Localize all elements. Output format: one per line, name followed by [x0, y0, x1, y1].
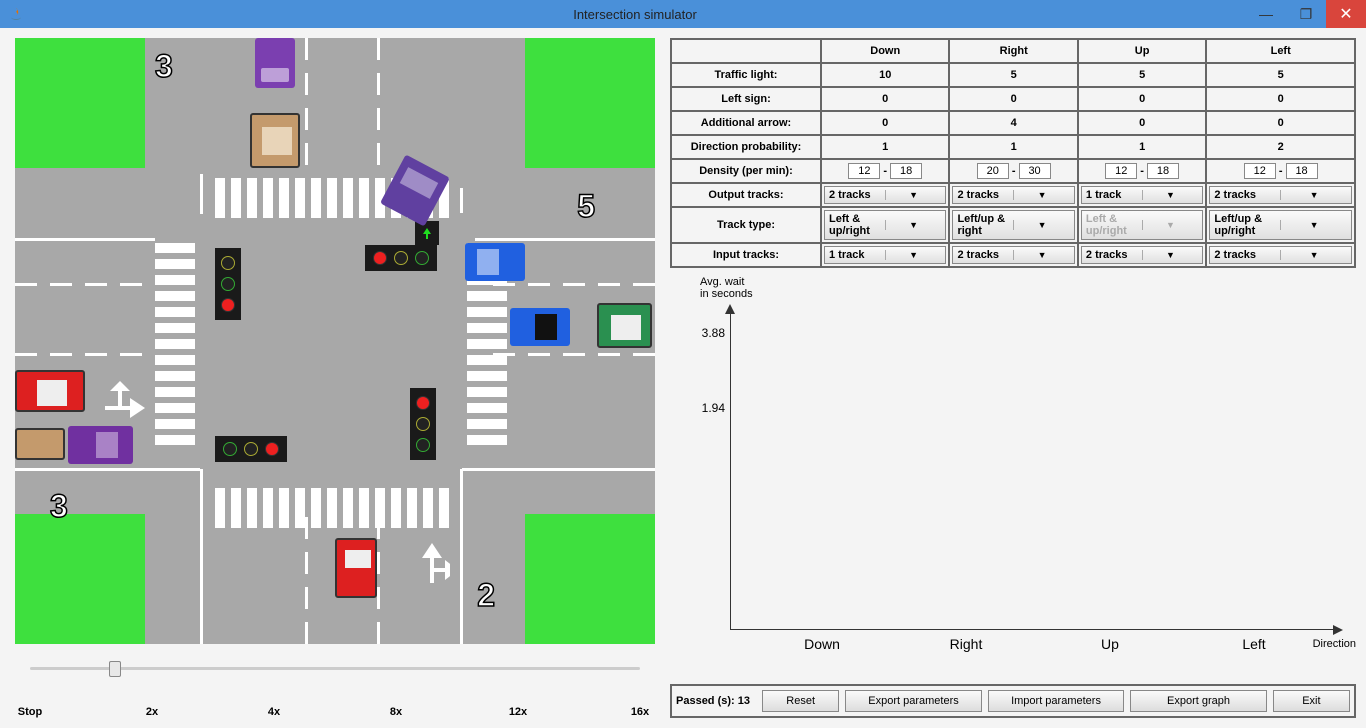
- parameters-panel: Down Right Up Left Traffic light: 10 5 5…: [670, 38, 1356, 718]
- row-additional-arrow: Additional arrow: 0 4 0 0: [671, 111, 1355, 135]
- density-left-max[interactable]: [1286, 163, 1318, 179]
- density-down-min[interactable]: [848, 163, 880, 179]
- track-type-up: Left & up/right▼: [1081, 210, 1203, 240]
- car: [15, 370, 85, 412]
- traffic-light-se: [410, 388, 436, 460]
- count-nw: 3: [155, 48, 173, 85]
- minimize-button[interactable]: —: [1246, 0, 1286, 28]
- track-type-left[interactable]: Left/up & up/right▼: [1209, 210, 1352, 240]
- intersection-canvas: 3 5 3 2: [15, 38, 655, 644]
- density-right-max[interactable]: [1019, 163, 1051, 179]
- close-button[interactable]: ✕: [1326, 0, 1366, 28]
- chart-ylabel: Avg. wait in seconds: [700, 276, 753, 300]
- reset-button[interactable]: Reset: [762, 690, 839, 712]
- row-direction-prob: Direction probability: 1 1 1 2: [671, 135, 1355, 159]
- traffic-light-nw: [215, 248, 241, 320]
- car: [510, 308, 570, 346]
- wait-time-chart: Avg. wait in seconds 3.88 1.94 DownRight…: [670, 276, 1356, 680]
- passed-label: Passed (s): 13: [676, 695, 750, 707]
- input-tracks-left[interactable]: 2 tracks▼: [1209, 246, 1352, 264]
- titlebar: Intersection simulator — ❐ ✕: [0, 0, 1366, 28]
- crosswalk-south: [215, 488, 449, 528]
- road-edge: [460, 188, 463, 213]
- car: [255, 38, 295, 88]
- input-tracks-down[interactable]: 1 track▼: [824, 246, 946, 264]
- slider-thumb[interactable]: [109, 661, 121, 677]
- java-icon: [8, 6, 24, 22]
- window-title: Intersection simulator: [24, 7, 1246, 22]
- road-arrow-straight-right: [100, 378, 150, 418]
- ytick: 3.88: [702, 326, 725, 340]
- col-down: Down: [821, 39, 949, 63]
- car: [335, 538, 377, 598]
- road-edge: [460, 469, 463, 644]
- density-down-max[interactable]: [890, 163, 922, 179]
- row-left-sign: Left sign: 0 0 0 0: [671, 87, 1355, 111]
- car: [250, 113, 300, 168]
- car: [465, 243, 525, 281]
- density-right-min[interactable]: [977, 163, 1009, 179]
- density-up-min[interactable]: [1105, 163, 1137, 179]
- slider-labels: Stop 2x 4x 8x 12x 16x: [10, 706, 660, 718]
- row-track-type: Track type: Left & up/right▼ Left/up & r…: [671, 207, 1355, 243]
- col-right: Right: [949, 39, 1077, 63]
- traffic-light-ne: [365, 245, 437, 271]
- ytick: 1.94: [702, 401, 725, 415]
- exit-button[interactable]: Exit: [1273, 690, 1350, 712]
- output-tracks-left[interactable]: 2 tracks▼: [1209, 186, 1352, 204]
- road-edge: [475, 238, 655, 241]
- density-left-min[interactable]: [1244, 163, 1276, 179]
- car: [68, 426, 133, 464]
- grass-nw: [15, 38, 145, 168]
- simulation-panel: 3 5 3 2 Stop 2x 4x 8x 12x 16x: [10, 38, 660, 718]
- road-edge: [15, 468, 200, 471]
- chart-xlabel: Direction: [1313, 638, 1356, 650]
- crosswalk-west: [155, 243, 195, 445]
- output-tracks-down[interactable]: 2 tracks▼: [824, 186, 946, 204]
- grass-se: [525, 514, 655, 644]
- density-up-max[interactable]: [1147, 163, 1179, 179]
- row-input-tracks: Input tracks: 1 track▼ 2 tracks▼ 2 track…: [671, 243, 1355, 267]
- output-tracks-up[interactable]: 1 track▼: [1081, 186, 1203, 204]
- col-up: Up: [1078, 39, 1206, 63]
- maximize-button[interactable]: ❐: [1286, 0, 1326, 28]
- row-density: Density (per min): - - - -: [671, 159, 1355, 183]
- import-parameters-button[interactable]: Import parameters: [988, 690, 1125, 712]
- input-tracks-right[interactable]: 2 tracks▼: [952, 246, 1074, 264]
- bottom-toolbar: Passed (s): 13 Reset Export parameters I…: [670, 684, 1356, 718]
- road-edge: [15, 238, 155, 241]
- count-sw: 3: [50, 488, 68, 525]
- road-arrow-straight-right: [410, 538, 450, 588]
- count-ne: 5: [577, 188, 595, 225]
- traffic-light-sw: [215, 436, 287, 462]
- speed-slider[interactable]: [30, 659, 640, 679]
- col-left: Left: [1206, 39, 1355, 63]
- row-traffic-light: Traffic light: 10 5 5 5: [671, 63, 1355, 87]
- road-edge: [200, 469, 203, 644]
- road-edge: [200, 174, 203, 214]
- export-graph-button[interactable]: Export graph: [1130, 690, 1267, 712]
- output-tracks-right[interactable]: 2 tracks▼: [952, 186, 1074, 204]
- car: [15, 428, 65, 460]
- count-se: 2: [477, 577, 495, 614]
- grass-sw: [15, 514, 145, 644]
- row-output-tracks: Output tracks: 2 tracks▼ 2 tracks▼ 1 tra…: [671, 183, 1355, 207]
- track-type-down[interactable]: Left & up/right▼: [824, 210, 946, 240]
- road-edge: [462, 468, 655, 471]
- traffic-light-arrow: [415, 221, 439, 245]
- input-tracks-up[interactable]: 2 tracks▼: [1081, 246, 1203, 264]
- track-type-right[interactable]: Left/up & right▼: [952, 210, 1074, 240]
- car: [597, 303, 652, 348]
- parameters-table: Down Right Up Left Traffic light: 10 5 5…: [670, 38, 1356, 268]
- export-parameters-button[interactable]: Export parameters: [845, 690, 982, 712]
- grass-ne: [525, 38, 655, 168]
